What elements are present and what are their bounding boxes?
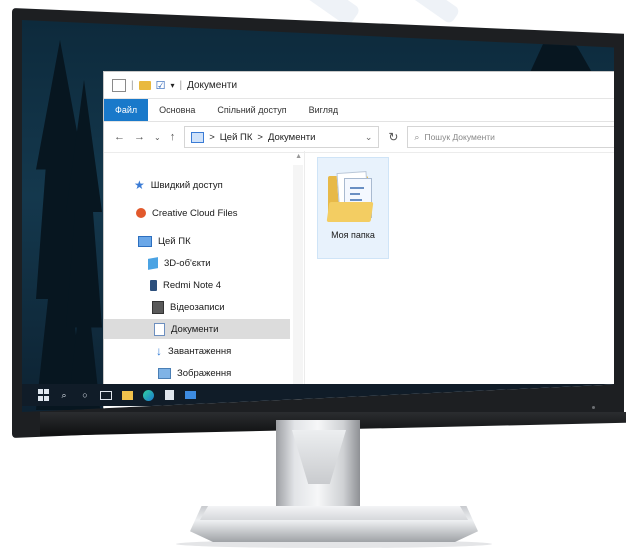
nav-label: Redmi Note 4 (163, 279, 222, 291)
properties-check-icon[interactable]: ☑ (156, 79, 166, 92)
search-icon[interactable]: ⌕ (57, 389, 71, 401)
nav-item-quick-access[interactable]: ★ Швидкий доступ (104, 175, 290, 195)
ribbon-tabs: Файл Основна Спільний доступ Вигляд (104, 99, 614, 122)
folder-icon (326, 171, 376, 222)
breadcrumb-documents[interactable]: Документи (268, 132, 315, 143)
file-explorer-taskbar-icon[interactable] (120, 389, 134, 401)
cube-icon (148, 256, 158, 270)
file-list-pane: Моя папка (305, 151, 614, 410)
window-icon (112, 78, 126, 92)
folder-name: Моя папка (331, 230, 375, 240)
breadcrumb-separator: > (257, 131, 263, 143)
tab-share[interactable]: Спільний доступ (206, 99, 297, 121)
cortana-circle-icon[interactable]: ○ (78, 389, 92, 401)
computer-icon (191, 131, 205, 143)
address-bar: ← → ⌄ ↑ > Цей ПК > Документи ⌄ ↻ ⌕ Пошук… (104, 122, 614, 153)
content-area: ▲ ★ Швидкий доступ Creative Cloud Files … (104, 151, 614, 410)
edge-browser-icon[interactable] (141, 389, 155, 401)
download-arrow-icon: ↓ (156, 344, 162, 358)
screen: | ☑ ▾ | Документи Файл Основна Спільний … (22, 20, 614, 412)
nav-item-videos[interactable]: Відеозаписи (104, 297, 290, 317)
nav-item-documents[interactable]: Документи (104, 319, 290, 339)
video-icon (152, 300, 164, 314)
separator: | (179, 79, 183, 91)
address-field[interactable]: > Цей ПК > Документи ⌄ (184, 126, 380, 148)
nav-label: Швидкий доступ (150, 179, 223, 191)
customize-toolbar-icon[interactable]: ▾ (170, 81, 174, 90)
nav-item-downloads[interactable]: ↓ Завантаження (104, 341, 290, 361)
nav-item-this-pc[interactable]: Цей ПК (104, 231, 290, 251)
recent-dropdown-icon[interactable]: ⌄ (154, 133, 161, 142)
up-arrow-icon[interactable]: ↑ (170, 131, 176, 143)
task-view-icon[interactable] (99, 389, 113, 401)
nav-item-pictures[interactable]: Зображення (104, 363, 290, 383)
tab-home[interactable]: Основна (148, 99, 206, 121)
back-arrow-icon[interactable]: ← (114, 131, 125, 143)
breadcrumb-separator: > (209, 131, 215, 143)
nav-item-creative-cloud[interactable]: Creative Cloud Files (104, 203, 290, 223)
monitor: | ☑ ▾ | Документи Файл Основна Спільний … (0, 0, 626, 554)
new-folder-icon[interactable] (138, 80, 151, 90)
nav-item-phone[interactable]: Redmi Note 4 (104, 275, 290, 295)
nav-label: Документи (171, 323, 219, 335)
image-icon (158, 367, 171, 379)
nav-label: 3D-об'єкти (164, 257, 211, 269)
nav-label: Завантаження (168, 345, 232, 357)
window-title: Документи (187, 79, 238, 91)
address-dropdown-icon[interactable]: ⌄ (365, 132, 373, 143)
forward-arrow-icon[interactable]: → (134, 131, 145, 143)
search-placeholder: Пошук Документи (424, 132, 495, 142)
nav-label: Creative Cloud Files (152, 207, 238, 219)
nav-item-3d-objects[interactable]: 3D-об'єкти (104, 253, 290, 273)
search-input[interactable]: ⌕ Пошук Документи (407, 126, 614, 148)
tab-file[interactable]: Файл (104, 99, 149, 121)
search-icon: ⌕ (414, 131, 420, 142)
refresh-icon[interactable]: ↻ (388, 130, 398, 144)
monitor-stand-base-top (200, 506, 468, 520)
creative-cloud-icon (136, 208, 146, 218)
store-icon[interactable] (162, 389, 176, 401)
navigation-pane: ▲ ★ Швидкий доступ Creative Cloud Files … (104, 151, 305, 410)
nav-label: Відеозаписи (170, 301, 225, 313)
nav-scrollbar[interactable] (293, 165, 303, 410)
computer-icon (138, 235, 152, 247)
star-icon: ★ (134, 178, 145, 192)
phone-icon (150, 279, 157, 291)
title-bar: | ☑ ▾ | Документи (104, 72, 614, 99)
tab-view[interactable]: Вигляд (298, 99, 350, 121)
power-indicator (592, 406, 595, 409)
nav-label: Цей ПК (158, 235, 191, 247)
separator: | (131, 79, 134, 91)
nav-label: Зображення (177, 367, 232, 379)
scroll-up-icon[interactable]: ▲ (295, 153, 302, 160)
file-explorer-window: | ☑ ▾ | Документи Файл Основна Спільний … (104, 72, 614, 410)
mail-icon[interactable] (183, 389, 197, 401)
breadcrumb-this-pc[interactable]: Цей ПК (220, 132, 253, 143)
start-button[interactable] (36, 389, 50, 401)
document-icon (154, 322, 165, 336)
folder-item[interactable]: Моя папка (317, 157, 389, 259)
